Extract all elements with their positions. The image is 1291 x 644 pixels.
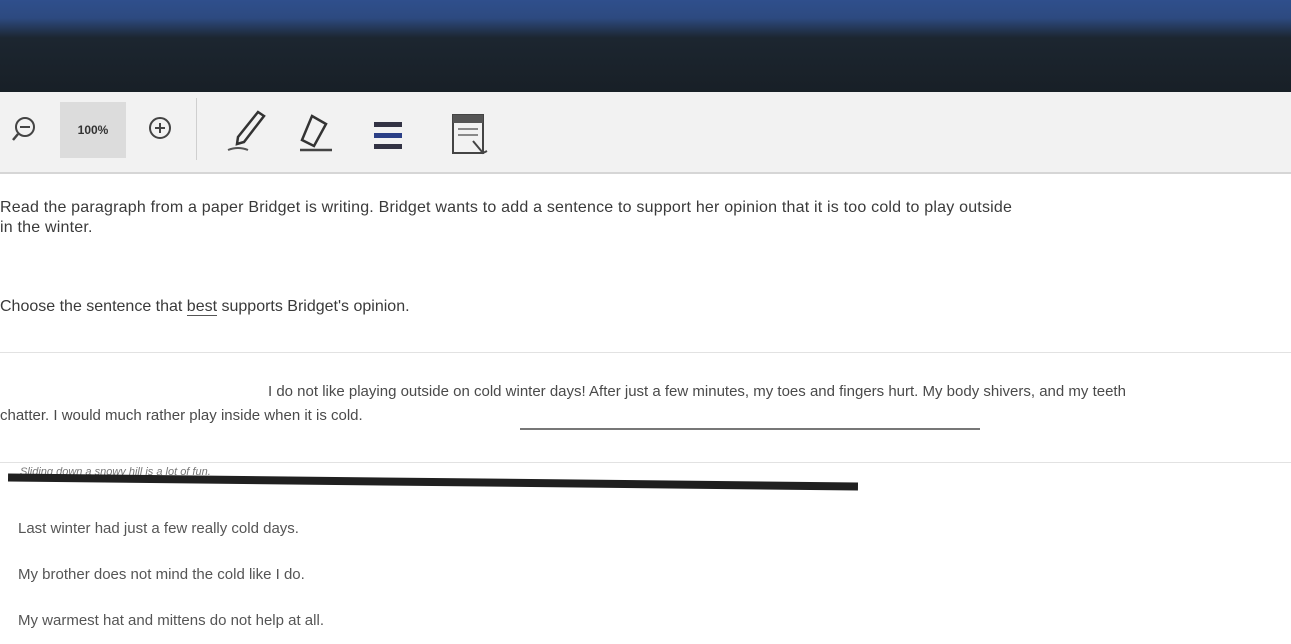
- answer-blank: [520, 428, 980, 430]
- line-reader-icon[interactable]: [366, 114, 410, 158]
- passage-line-2: chatter. I would much rather play inside…: [0, 407, 363, 424]
- test-toolbar: 100%: [0, 92, 1291, 174]
- selection-highlight: [7, 473, 859, 491]
- directions: Choose the sentence that best supports B…: [0, 298, 410, 316]
- eraser-icon[interactable]: [290, 108, 340, 158]
- answer-option-1[interactable]: Last winter had just a few really cold d…: [18, 520, 299, 537]
- zoom-out-icon[interactable]: [2, 106, 48, 152]
- zoom-in-icon[interactable]: [140, 108, 180, 148]
- passage-line-1: I do not like playing outside on cold wi…: [268, 383, 1126, 400]
- answer-option-2[interactable]: My brother does not mind the cold like I…: [18, 566, 305, 583]
- answer-option-3[interactable]: My warmest hat and mittens do not help a…: [18, 612, 324, 629]
- directions-before: Choose the sentence that: [0, 298, 187, 315]
- question-line-1: Read the paragraph from a paper Bridget …: [0, 199, 1013, 216]
- pen-icon[interactable]: [222, 106, 272, 156]
- question-line-2: in the winter.: [0, 219, 93, 236]
- directions-emphasis: best: [186, 298, 218, 316]
- zoom-level: 100%: [60, 102, 126, 158]
- toolbar-divider: [196, 98, 197, 160]
- passage: I do not like playing outside on cold wi…: [0, 380, 1285, 428]
- notepad-icon[interactable]: [446, 110, 492, 160]
- section-divider: [0, 352, 1291, 353]
- question-prompt: Read the paragraph from a paper Bridget …: [0, 198, 1280, 238]
- answers-divider: [0, 462, 1291, 463]
- directions-after: supports Bridget's opinion.: [217, 298, 410, 315]
